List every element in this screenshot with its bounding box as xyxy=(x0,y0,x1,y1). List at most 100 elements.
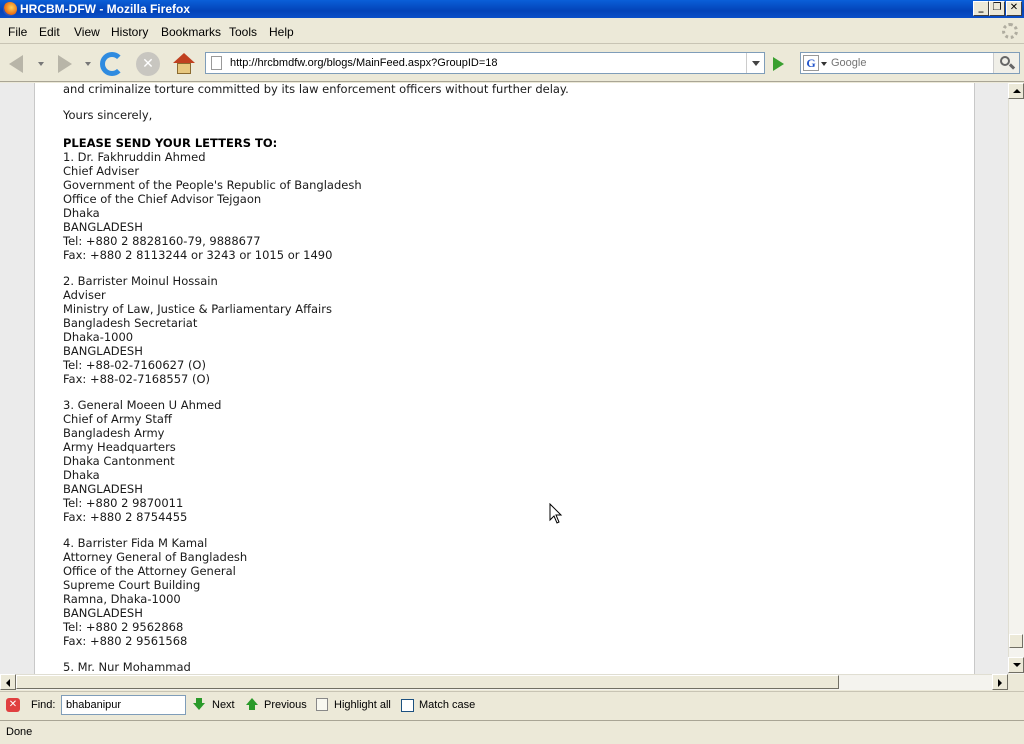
title-bar: HRCBM-DFW - Mozilla Firefox _ ❐ ✕ xyxy=(0,0,1024,18)
window-title: HRCBM-DFW - Mozilla Firefox xyxy=(20,2,190,16)
text-line: Ministry of Law, Justice & Parliamentary… xyxy=(63,302,332,316)
text-line: Fax: +88-02-7168557 (O) xyxy=(63,372,211,386)
menu-file[interactable]: File xyxy=(8,25,27,39)
go-button[interactable] xyxy=(768,55,788,73)
search-input[interactable] xyxy=(831,55,991,71)
text-line: Chief of Army Staff xyxy=(63,412,172,426)
text-line: Dhaka xyxy=(63,206,100,220)
vertical-scroll-thumb[interactable] xyxy=(1009,634,1023,648)
back-arrow-icon xyxy=(9,55,23,73)
page-viewport: and criminalize torture committed by its… xyxy=(0,83,1008,674)
match-case-label[interactable]: Match case xyxy=(419,699,475,711)
url-text[interactable]: http://hrcbmdfw.org/blogs/MainFeed.aspx?… xyxy=(230,57,498,69)
scroll-left-button[interactable] xyxy=(0,674,16,690)
text-line: Army Headquarters xyxy=(63,440,176,454)
stop-icon: ✕ xyxy=(136,52,160,76)
scroll-right-button[interactable] xyxy=(992,674,1008,690)
find-input[interactable] xyxy=(61,695,186,715)
find-next-button[interactable]: Next xyxy=(212,699,235,711)
find-label: Find: xyxy=(31,699,56,711)
search-button[interactable] xyxy=(993,53,1019,73)
home-icon xyxy=(172,52,196,76)
highlight-all-button[interactable]: Highlight all xyxy=(334,699,391,711)
go-arrow-icon xyxy=(773,57,784,71)
close-findbar-icon[interactable]: ✕ xyxy=(6,698,20,712)
stop-button[interactable]: ✕ xyxy=(136,52,160,76)
text-line: BANGLADESH xyxy=(63,220,143,234)
find-next-icon[interactable] xyxy=(193,698,205,710)
menu-bar: File Edit View History Bookmarks Tools H… xyxy=(0,19,1024,44)
chevron-up-icon xyxy=(1013,89,1021,93)
menu-help[interactable]: Help xyxy=(269,25,294,39)
text-line: BANGLADESH xyxy=(63,482,143,496)
text-line: BANGLADESH xyxy=(63,344,143,358)
text-line: Government of the People's Republic of B… xyxy=(63,178,362,192)
text-line: Tel: +88-02-7160627 (O) xyxy=(63,358,206,372)
text-line: 2. Barrister Moinul Hossain xyxy=(63,274,218,288)
google-icon: G xyxy=(803,55,819,71)
throbber-icon xyxy=(1002,23,1018,39)
chevron-right-icon xyxy=(998,679,1002,687)
text-line: Attorney General of Bangladesh xyxy=(63,550,248,564)
menu-history[interactable]: History xyxy=(111,25,148,39)
close-button[interactable]: ✕ xyxy=(1006,1,1022,16)
chevron-down-icon xyxy=(752,61,760,66)
forward-button[interactable] xyxy=(52,52,76,76)
text-line: Bangladesh Secretariat xyxy=(63,316,198,330)
text-line: Dhaka Cantonment xyxy=(63,454,175,468)
text-line: 1. Dr. Fakhruddin Ahmed xyxy=(63,150,206,164)
text-line: Office of the Attorney General xyxy=(63,564,236,578)
forward-arrow-icon xyxy=(58,55,72,73)
chevron-down-icon xyxy=(1013,663,1021,667)
home-button[interactable] xyxy=(172,52,196,76)
status-bar: Done xyxy=(0,720,1024,744)
text-line: Fax: +880 2 8113244 or 3243 or 1015 or 1… xyxy=(63,248,333,262)
text-line: Ramna, Dhaka-1000 xyxy=(63,592,181,606)
page-icon xyxy=(211,56,222,70)
find-bar: ✕ Find: Next Previous Highlight all Matc… xyxy=(0,691,1024,719)
firefox-icon xyxy=(3,2,17,16)
text-line: and criminalize torture committed by its… xyxy=(63,83,569,96)
text-line: Tel: +880 2 8828160-79, 9888677 xyxy=(63,234,261,248)
scroll-down-button[interactable] xyxy=(1008,657,1024,673)
reload-icon xyxy=(100,52,124,76)
text-line: Fax: +880 2 8754455 xyxy=(63,510,188,524)
menu-tools[interactable]: Tools xyxy=(229,25,257,39)
back-history-dropdown[interactable] xyxy=(38,62,44,66)
text-line: BANGLADESH xyxy=(63,606,143,620)
find-previous-button[interactable]: Previous xyxy=(264,699,307,711)
text-line: Supreme Court Building xyxy=(63,578,201,592)
menu-bookmarks[interactable]: Bookmarks xyxy=(161,25,221,39)
url-bar[interactable]: http://hrcbmdfw.org/blogs/MainFeed.aspx?… xyxy=(205,52,765,74)
match-case-checkbox[interactable] xyxy=(401,699,414,712)
text-line: Dhaka xyxy=(63,468,100,482)
text-line: Office of the Chief Advisor Tejgaon xyxy=(63,192,262,206)
forward-history-dropdown[interactable] xyxy=(85,62,91,66)
text-line: Dhaka-1000 xyxy=(63,330,134,344)
text-line: 4. Barrister Fida M Kamal xyxy=(63,536,208,550)
minimize-button[interactable]: _ xyxy=(973,1,989,16)
search-bar: G xyxy=(800,52,1020,74)
back-button[interactable] xyxy=(6,52,30,76)
status-text: Done xyxy=(6,726,33,738)
section-heading: PLEASE SEND YOUR LETTERS TO: xyxy=(63,136,278,150)
find-previous-icon[interactable] xyxy=(246,698,258,710)
text-line: 5. Mr. Nur Mohammad xyxy=(63,660,191,674)
reload-button[interactable] xyxy=(100,52,124,76)
text-line: Adviser xyxy=(63,288,106,302)
text-line: Yours sincerely, xyxy=(63,108,153,122)
text-line: Fax: +880 2 9561568 xyxy=(63,634,188,648)
text-line: 3. General Moeen U Ahmed xyxy=(63,398,222,412)
search-engine-selector[interactable]: G xyxy=(803,55,827,71)
scroll-up-button[interactable] xyxy=(1008,83,1024,99)
restore-button[interactable]: ❐ xyxy=(989,1,1005,16)
text-line: Tel: +880 2 9562868 xyxy=(63,620,184,634)
chevron-left-icon xyxy=(6,679,10,687)
menu-edit[interactable]: Edit xyxy=(39,25,60,39)
horizontal-scroll-thumb[interactable] xyxy=(16,675,839,689)
chevron-down-icon xyxy=(821,62,827,66)
url-history-dropdown[interactable] xyxy=(746,53,764,73)
menu-view[interactable]: View xyxy=(74,25,100,39)
highlight-icon[interactable] xyxy=(316,698,328,711)
vertical-scrollbar[interactable] xyxy=(1008,83,1024,674)
